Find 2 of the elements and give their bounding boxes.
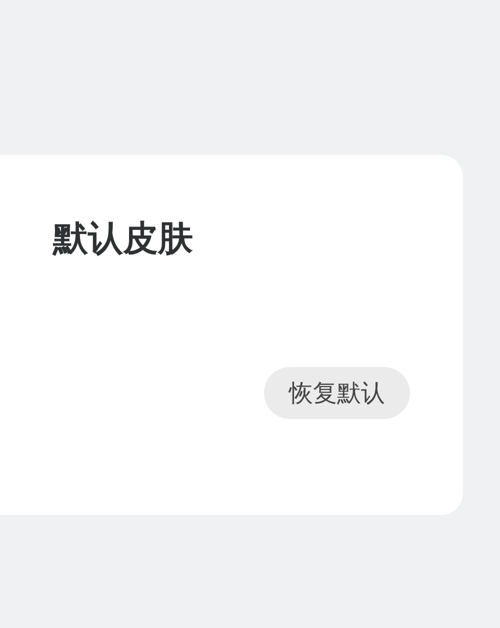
restore-default-button[interactable]: 恢复默认 [264, 367, 410, 419]
card-title: 默认皮肤 [53, 218, 194, 261]
